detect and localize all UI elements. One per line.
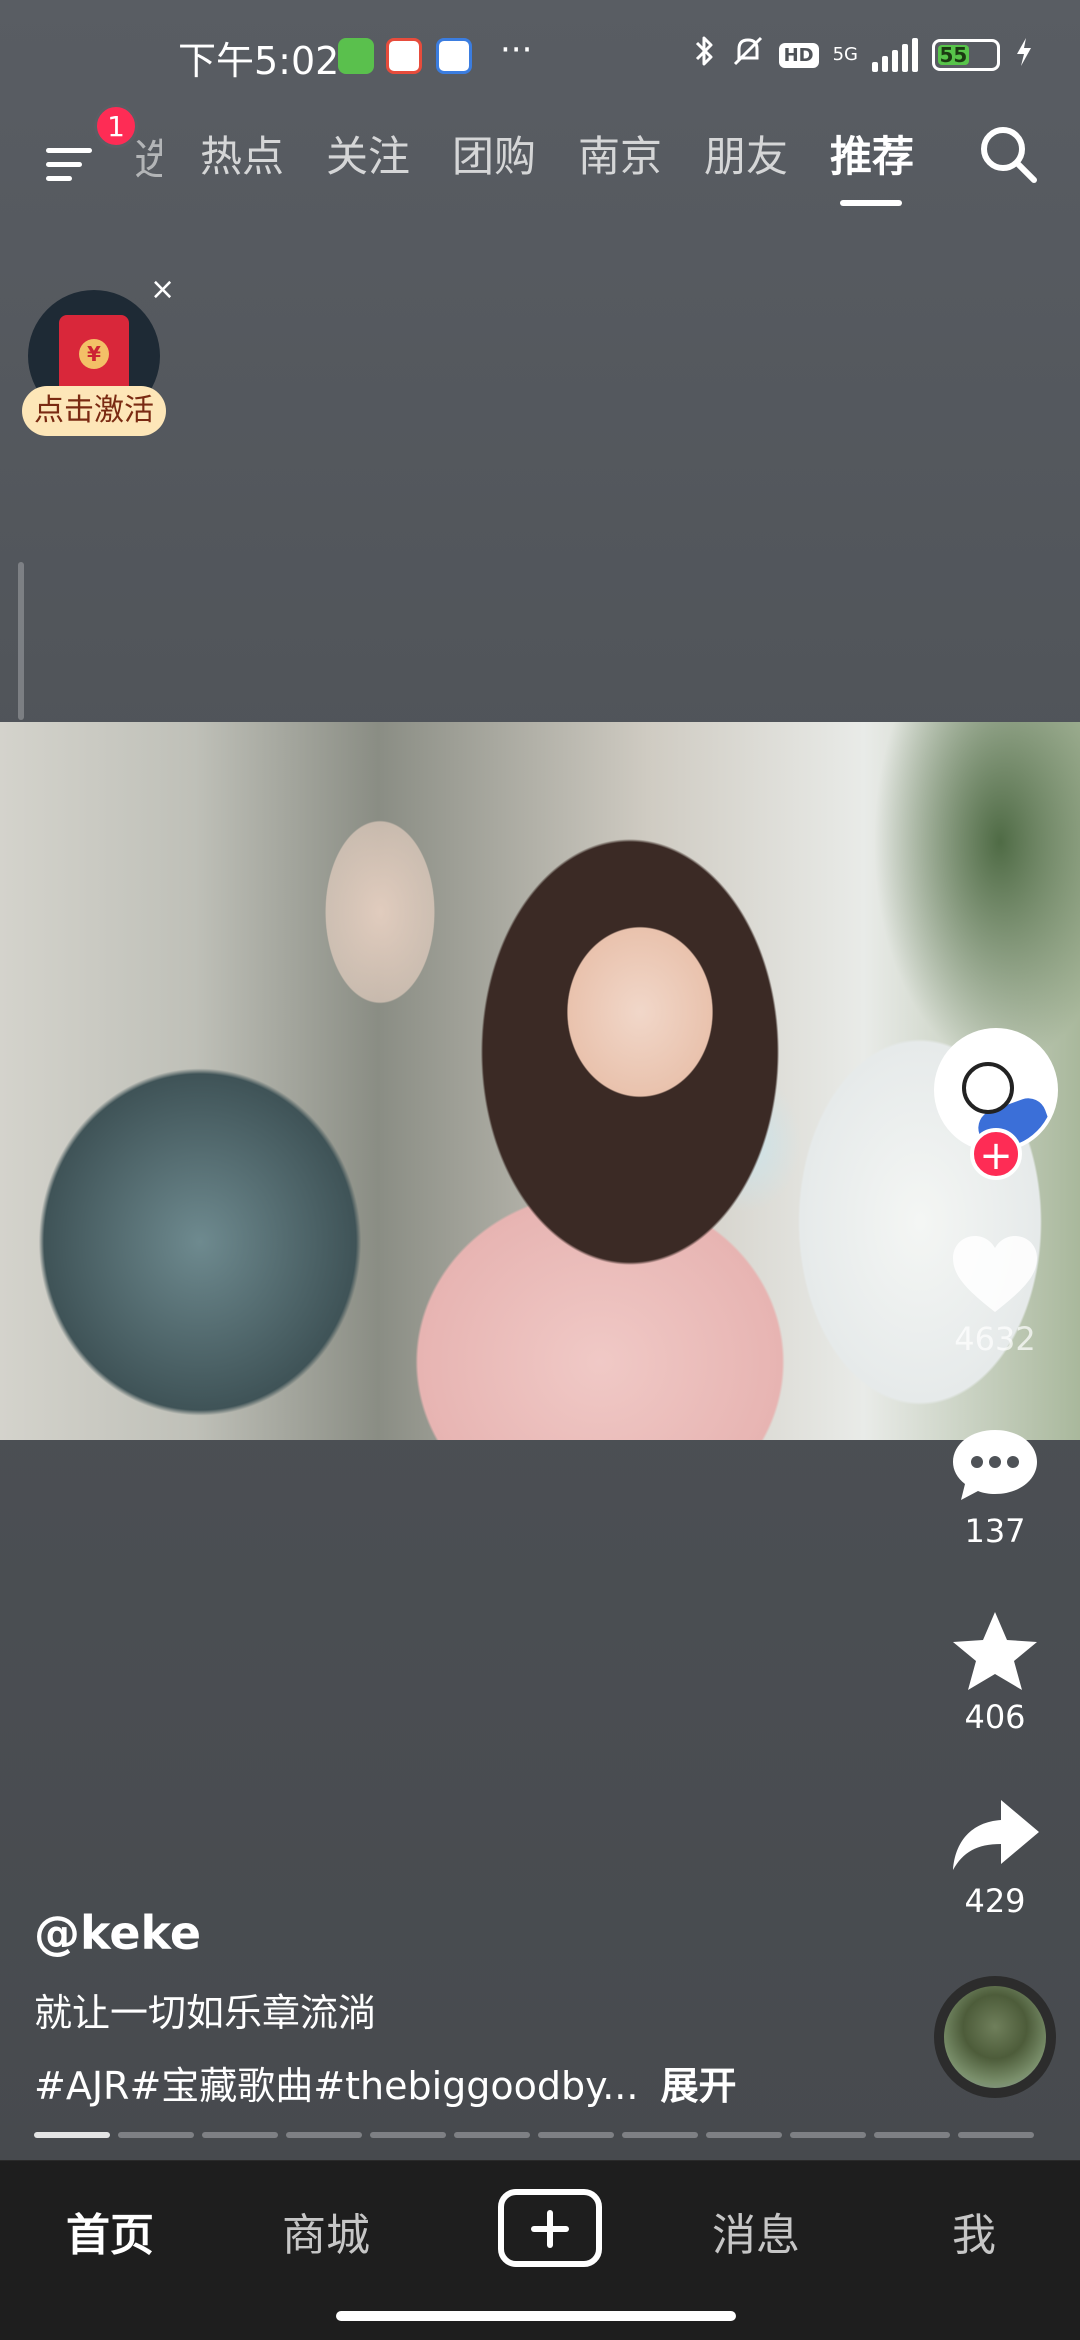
comment-icon xyxy=(953,1430,1037,1500)
create-button[interactable] xyxy=(498,2189,602,2267)
share-button[interactable]: 429 xyxy=(930,1794,1060,1920)
signal-strength-icon xyxy=(872,38,918,72)
like-button[interactable]: 4632 xyxy=(930,1232,1060,1358)
side-scroll-indicator xyxy=(18,562,24,720)
tab-recommend[interactable]: 推荐 xyxy=(830,122,956,206)
top-nav: 1 选 热点 关注 团购 南京 朋友 推荐 xyxy=(0,104,1080,220)
author-name[interactable]: @keke xyxy=(34,1906,914,1960)
search-icon xyxy=(981,127,1037,183)
progress-segment xyxy=(34,2132,110,2138)
hashtags[interactable]: #AJR#宝藏歌曲#thebiggoodby... xyxy=(34,2064,638,2108)
charging-icon xyxy=(1014,36,1034,75)
progress-segment xyxy=(622,2132,698,2138)
favorite-button[interactable]: 406 xyxy=(930,1610,1060,1736)
status-indicators: HD 5G 55 xyxy=(693,34,1034,76)
star-icon xyxy=(953,1612,1037,1690)
comment-count: 137 xyxy=(964,1512,1026,1550)
tab-nanjing[interactable]: 南京 xyxy=(578,122,704,192)
status-time: 下午5:02 xyxy=(178,39,340,83)
progress-segment xyxy=(706,2132,782,2138)
hashtags-line: #AJR#宝藏歌曲#thebiggoodby... 展开 xyxy=(34,2055,914,2110)
more-notifications-icon: ··· xyxy=(500,30,533,70)
heart-icon xyxy=(953,1236,1037,1312)
nav-messages[interactable]: 消息 xyxy=(712,2199,800,2263)
search-button[interactable] xyxy=(976,122,1040,186)
network-type: 5G xyxy=(832,44,858,65)
menu-icon xyxy=(46,148,92,153)
home-indicator[interactable] xyxy=(336,2311,736,2321)
tab-hot[interactable]: 热点 xyxy=(200,122,326,192)
nav-home[interactable]: 首页 xyxy=(66,2199,154,2263)
bluetooth-icon xyxy=(693,34,717,76)
progress-segment xyxy=(370,2132,446,2138)
battery-level: 55 xyxy=(938,43,969,67)
tab-group-buy[interactable]: 团购 xyxy=(452,122,578,192)
progress-segment xyxy=(202,2132,278,2138)
notification-badge: 1 xyxy=(94,104,138,148)
video-description: 就让一切如乐章流淌 xyxy=(34,1991,377,2035)
feed-tabs: 热点 关注 团购 南京 朋友 推荐 xyxy=(200,122,956,206)
like-count: 4632 xyxy=(954,1320,1036,1358)
video-frame[interactable] xyxy=(0,722,1080,1440)
hd-voice-icon: HD xyxy=(778,42,819,68)
notification-app-icon xyxy=(338,38,374,74)
progress-segment xyxy=(958,2132,1034,2138)
tab-friends[interactable]: 朋友 xyxy=(704,122,830,192)
red-packet-activate-label[interactable]: 点击激活 xyxy=(22,386,166,436)
progress-segment xyxy=(790,2132,866,2138)
avatar-face xyxy=(962,1062,1014,1114)
share-icon xyxy=(953,1800,1039,1870)
comment-button[interactable]: 137 xyxy=(930,1424,1060,1550)
progress-segment xyxy=(874,2132,950,2138)
progress-segment xyxy=(118,2132,194,2138)
notification-app-icon xyxy=(436,38,472,74)
progress-segment xyxy=(286,2132,362,2138)
video-caption: @keke 就让一切如乐章流淌 #AJR#宝藏歌曲#thebiggoodby..… xyxy=(34,1906,914,2110)
expand-button[interactable]: 展开 xyxy=(660,2064,736,2108)
mute-bell-icon xyxy=(731,34,765,76)
battery-icon: 55 xyxy=(932,39,1000,71)
progress-segment xyxy=(454,2132,530,2138)
red-packet-widget[interactable]: 点击激活 × xyxy=(22,272,175,450)
progress-segment xyxy=(538,2132,614,2138)
notification-app-icon xyxy=(386,38,422,74)
music-disc[interactable] xyxy=(934,1976,1056,2098)
nav-mall[interactable]: 商城 xyxy=(282,2199,370,2263)
progress-segments xyxy=(34,2132,1034,2138)
tab-partial[interactable]: 选 xyxy=(134,126,162,187)
tab-following[interactable]: 关注 xyxy=(326,122,452,192)
menu-icon-line xyxy=(46,162,82,167)
red-envelope-icon xyxy=(59,315,129,397)
favorite-count: 406 xyxy=(964,1698,1026,1736)
nav-me[interactable]: 我 xyxy=(952,2199,996,2263)
close-icon[interactable]: × xyxy=(150,272,175,307)
bottom-nav: 首页 商城 消息 我 xyxy=(0,2160,1080,2340)
menu-button[interactable] xyxy=(46,132,100,186)
follow-button[interactable]: + xyxy=(970,1128,1022,1180)
menu-icon-line xyxy=(46,176,72,181)
status-bar: 下午5:02 ··· HD 5G 55 xyxy=(0,0,1080,110)
share-count: 429 xyxy=(964,1882,1026,1920)
